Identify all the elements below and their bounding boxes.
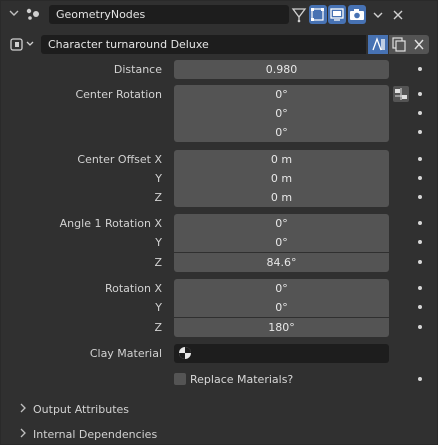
center-rotation-label: Center Rotation — [75, 88, 162, 101]
rotation-x-field[interactable]: 0° — [174, 279, 389, 298]
center-rotation-z-field[interactable]: 0° — [174, 123, 389, 142]
subpanel-output-attributes[interactable]: Output Attributes — [19, 400, 129, 419]
geometry-nodes-modifier-panel: GeometryNodes Character turnaround Delux… — [0, 0, 438, 445]
chevron-right-icon — [19, 401, 33, 420]
replace-materials-checkbox[interactable] — [174, 373, 186, 385]
center-rotation-y-field[interactable]: 0° — [174, 104, 389, 123]
dropdown-chevron-icon[interactable] — [371, 5, 385, 24]
keyframe-dot-icon[interactable] — [418, 240, 422, 244]
material-sphere-icon — [178, 346, 192, 360]
subpanel-label: Internal Dependencies — [33, 428, 158, 441]
rotation-mode-icon[interactable] — [392, 85, 410, 103]
keyframe-dot-icon[interactable] — [418, 286, 422, 290]
angle1-rotation-x-field[interactable]: 0° — [174, 214, 389, 233]
center-offset-y-field[interactable]: 0 m — [174, 169, 389, 188]
keyframe-dot-icon[interactable] — [418, 260, 422, 264]
render-camera-icon[interactable] — [348, 5, 366, 24]
keyframe-dot-icon[interactable] — [418, 111, 422, 115]
rotation-z-label: Z — [154, 321, 162, 334]
close-icon[interactable] — [390, 5, 406, 24]
clay-material-label: Clay Material — [89, 347, 162, 360]
on-cage-icon[interactable] — [290, 5, 308, 24]
keyframe-dot-icon[interactable] — [418, 305, 422, 309]
node-tree-type-dropdown[interactable] — [8, 35, 38, 54]
modifier-name-field[interactable]: GeometryNodes — [49, 5, 289, 24]
collapse-chevron-icon[interactable] — [7, 7, 21, 21]
keyframe-dot-icon[interactable] — [418, 195, 422, 199]
replace-materials-label: Replace Materials? — [190, 373, 294, 386]
keyframe-dot-icon[interactable] — [418, 67, 422, 71]
edit-mode-icon[interactable] — [309, 5, 327, 24]
unlink-x-icon[interactable] — [409, 35, 429, 54]
duplicate-icon[interactable] — [389, 35, 409, 54]
angle1-rotation-y-field[interactable]: 0° — [174, 233, 389, 252]
keyframe-dot-icon[interactable] — [418, 176, 422, 180]
keyframe-dot-icon[interactable] — [418, 92, 422, 96]
angle1-rotation-z-field[interactable]: 84.6° — [174, 253, 389, 272]
rotation-y-field[interactable]: 0° — [174, 298, 389, 317]
node-group-name-field[interactable]: Character turnaround Deluxe — [41, 35, 366, 54]
rotation-x-label: Rotation X — [104, 282, 162, 295]
subpanel-label: Output Attributes — [33, 403, 130, 416]
center-offset-x-label: Center Offset X — [77, 153, 162, 166]
center-offset-x-field[interactable]: 0 m — [174, 150, 389, 169]
angle1-rotation-y-label: Y — [155, 236, 162, 249]
rotation-y-label: Y — [155, 301, 162, 314]
chevron-right-icon — [19, 426, 33, 445]
realtime-viewport-icon[interactable] — [328, 5, 346, 24]
center-offset-z-field[interactable]: 0 m — [174, 188, 389, 207]
keyframe-dot-icon[interactable] — [418, 377, 422, 381]
center-rotation-x-field[interactable]: 0° — [174, 85, 389, 104]
keyframe-dot-icon[interactable] — [418, 221, 422, 225]
center-offset-z-label: Z — [154, 191, 162, 204]
clay-material-field[interactable] — [174, 344, 389, 363]
fake-user-icon[interactable] — [368, 35, 388, 54]
distance-label: Distance — [113, 63, 162, 76]
rotation-z-field[interactable]: 180° — [174, 318, 389, 337]
angle1-rotation-z-label: Z — [154, 256, 162, 269]
keyframe-dot-icon[interactable] — [418, 130, 422, 134]
keyframe-dot-icon[interactable] — [418, 325, 422, 329]
angle1-rotation-x-label: Angle 1 Rotation X — [59, 217, 162, 230]
keyframe-dot-icon[interactable] — [418, 157, 422, 161]
modifier-header: GeometryNodes — [1, 1, 438, 28]
geometry-nodes-modifier-icon — [24, 6, 42, 22]
subpanel-internal-dependencies[interactable]: Internal Dependencies — [19, 425, 157, 444]
distance-field[interactable]: 0.980 — [174, 60, 389, 79]
center-offset-y-label: Y — [155, 172, 162, 185]
